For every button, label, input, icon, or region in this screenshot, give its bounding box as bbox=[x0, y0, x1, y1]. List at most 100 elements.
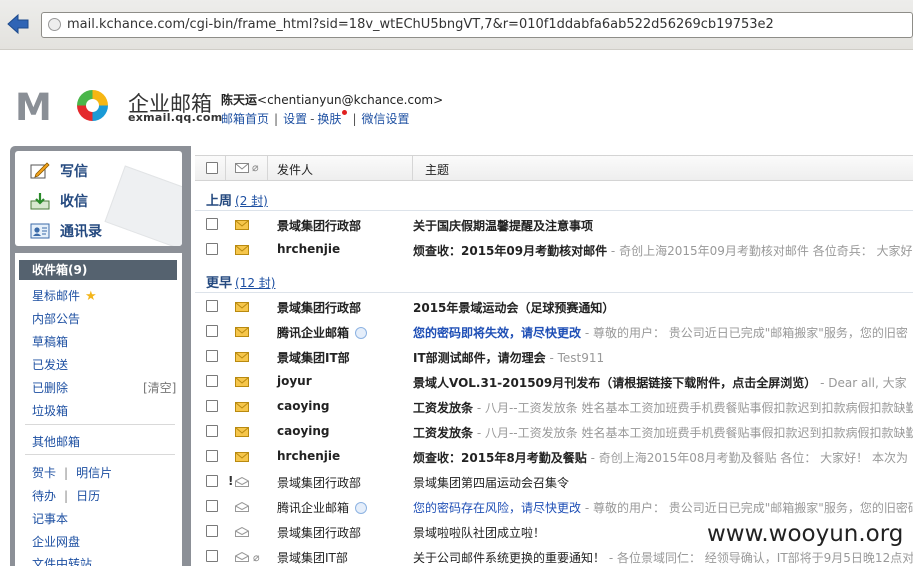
sender: 景域集团IT部 bbox=[277, 551, 348, 565]
contacts-icon bbox=[30, 223, 50, 239]
unread-envelope-icon bbox=[235, 377, 249, 387]
row-checkbox[interactable] bbox=[206, 300, 218, 312]
unread-envelope-icon bbox=[235, 452, 249, 462]
attachment-column-icon[interactable]: ⌀ bbox=[252, 161, 259, 174]
browser-toolbar: mail.kchance.com/cgi-bin/frame_html?sid=… bbox=[0, 0, 913, 50]
subject: 2015年景域运动会（足球预赛通知） bbox=[413, 301, 615, 315]
unread-envelope-icon bbox=[235, 327, 249, 337]
mail-row[interactable]: 景域集团IT部 IT部测试邮件，请勿理会 - Test911 bbox=[195, 344, 913, 369]
read-envelope-icon bbox=[235, 502, 249, 512]
write-icon bbox=[30, 162, 50, 179]
postcard-link[interactable]: 明信片 bbox=[76, 466, 112, 480]
subject: 工资发放条 - 八月--工资发放条 姓名基本工资加班费手机费餐贴事假扣款迟到扣款… bbox=[413, 401, 913, 415]
row-checkbox[interactable] bbox=[206, 400, 218, 412]
action-box: 写信 收信 通讯录 bbox=[15, 151, 182, 246]
subject: IT部测试邮件，请勿理会 - Test911 bbox=[413, 351, 605, 365]
row-checkbox[interactable] bbox=[206, 500, 218, 512]
subject: 关于公司邮件系统更换的重要通知！ - 各位景域同仁： 经领导确认，IT部将于9月… bbox=[413, 551, 913, 565]
mailbox-home-link[interactable]: 邮箱首页 bbox=[221, 112, 269, 126]
row-checkbox[interactable] bbox=[206, 243, 218, 255]
row-checkbox[interactable] bbox=[206, 475, 218, 487]
mail-row[interactable]: hrchenjie 烦查收：2015年8月考勤及餐贴 - 奇创上海2015年08… bbox=[195, 444, 913, 469]
row-checkbox[interactable] bbox=[206, 425, 218, 437]
card-link[interactable]: 贺卡 bbox=[32, 466, 56, 480]
sender: 景域集团行政部 bbox=[277, 476, 362, 490]
netdisk-link[interactable]: 企业网盘 bbox=[32, 533, 80, 550]
subject: 工资发放条 - 八月--工资发放条 姓名基本工资加班费手机费餐贴事假扣款迟到扣款… bbox=[413, 426, 913, 440]
logo-subtitle: exmail.qq.com bbox=[128, 111, 223, 124]
folder-inbox[interactable]: 收件箱(9) bbox=[19, 260, 177, 280]
folder-drafts[interactable]: 草稿箱 bbox=[32, 333, 68, 350]
attachment-icon: ⌀ bbox=[253, 551, 260, 564]
row-checkbox[interactable] bbox=[206, 525, 218, 537]
mail-row[interactable]: caoying 工资发放条 - 八月--工资发放条 姓名基本工资加班费手机费餐贴… bbox=[195, 419, 913, 444]
mail-row[interactable]: joyur 景域人VOL.31-201509月刊发布（请根据链接下载附件，点击全… bbox=[195, 369, 913, 394]
read-status-column-icon[interactable] bbox=[235, 163, 249, 173]
group-count-link[interactable]: (2 封) bbox=[235, 194, 268, 208]
sender: 腾讯企业邮箱 bbox=[277, 324, 368, 341]
folder-list: 收件箱(9) 星标邮件 ★ 内部公告 草稿箱 已发送 已删除 [清空] 垃圾箱 其… bbox=[15, 253, 182, 566]
back-arrow-icon[interactable] bbox=[6, 13, 30, 35]
sender-column-header[interactable]: 发件人 bbox=[277, 161, 313, 178]
exmail-logo[interactable]: M 企业邮箱 exmail.qq.com bbox=[15, 86, 222, 129]
row-checkbox[interactable] bbox=[206, 550, 218, 562]
mail-row[interactable]: 腾讯企业邮箱 您的密码存在风险，请尽快更改 - 尊敬的用户： 贵公司近日已完成"… bbox=[195, 494, 913, 519]
file-transfer-link[interactable]: 文件中转站 bbox=[32, 555, 92, 566]
folder-deleted[interactable]: 已删除 bbox=[32, 379, 68, 396]
folder-starred[interactable]: 星标邮件 ★ bbox=[32, 287, 97, 304]
select-all-checkbox[interactable] bbox=[206, 162, 218, 174]
mail-row[interactable]: ⌀ 景域集团IT部 关于公司邮件系统更换的重要通知！ - 各位景域同仁： 经领导… bbox=[195, 544, 913, 566]
receive-button[interactable]: 收信 bbox=[30, 191, 88, 211]
folder-divider bbox=[25, 454, 175, 455]
row-checkbox[interactable] bbox=[206, 325, 218, 337]
mail-row[interactable]: 腾讯企业邮箱 您的密码即将失效，请尽快更改 - 尊敬的用户： 贵公司近日已完成"… bbox=[195, 319, 913, 344]
sender: 景域集团行政部 bbox=[277, 526, 362, 540]
row-checkbox[interactable] bbox=[206, 218, 218, 230]
folder-spam[interactable]: 垃圾箱 bbox=[32, 402, 68, 419]
unread-envelope-icon bbox=[235, 220, 249, 230]
mail-row[interactable]: hrchenjie 烦查收：2015年09月考勤核对邮件 - 奇创上海2015年… bbox=[195, 237, 913, 262]
mail-row[interactable]: caoying 工资发放条 - 八月--工资发放条 姓名基本工资加班费手机费餐贴… bbox=[195, 394, 913, 419]
sender: caoying bbox=[277, 399, 330, 413]
sender: 景域集团IT部 bbox=[277, 351, 350, 365]
row-checkbox[interactable] bbox=[206, 350, 218, 362]
mail-row[interactable]: 景域集团行政部 2015年景域运动会（足球预赛通知） bbox=[195, 294, 913, 319]
sender: caoying bbox=[277, 424, 330, 438]
clear-deleted-link[interactable]: [清空] bbox=[143, 379, 176, 396]
sender: joyur bbox=[277, 374, 312, 388]
site-globe-icon bbox=[48, 18, 61, 31]
folder-divider bbox=[25, 424, 175, 425]
folder-sent[interactable]: 已发送 bbox=[32, 356, 68, 373]
group-header-earlier: 更早 (12 封) bbox=[206, 276, 276, 291]
user-email: <chentianyun@kchance.com> bbox=[257, 93, 444, 107]
mail-row[interactable]: ! 景域集团行政部 景域集团第四届运动会召集令 bbox=[195, 469, 913, 494]
todo-link[interactable]: 待办 bbox=[32, 489, 56, 503]
settings-link[interactable]: 设置 bbox=[283, 112, 307, 126]
notes-link[interactable]: 记事本 bbox=[32, 510, 68, 527]
subject: 关于国庆假期温馨提醒及注意事项 bbox=[413, 219, 594, 233]
unread-envelope-icon bbox=[235, 302, 249, 312]
unread-envelope-icon bbox=[235, 402, 249, 412]
group-count-link[interactable]: (12 封) bbox=[235, 276, 275, 290]
subject-column-header[interactable]: 主题 bbox=[425, 161, 449, 178]
folder-other-mailboxes[interactable]: 其他邮箱 bbox=[32, 433, 80, 450]
row-checkbox[interactable] bbox=[206, 375, 218, 387]
folder-announcements[interactable]: 内部公告 bbox=[32, 310, 80, 327]
envelope-decoration bbox=[104, 165, 182, 246]
wechat-settings-link[interactable]: 微信设置 bbox=[361, 112, 409, 126]
receive-icon bbox=[30, 193, 50, 210]
calendar-link[interactable]: 日历 bbox=[76, 489, 100, 503]
skin-link[interactable]: 换肤 bbox=[317, 112, 341, 126]
unread-envelope-icon bbox=[235, 352, 249, 362]
unread-envelope-icon bbox=[235, 427, 249, 437]
row-checkbox[interactable] bbox=[206, 450, 218, 462]
user-info: 陈天运<chentianyun@kchance.com> bbox=[221, 91, 443, 108]
sender: 景域集团行政部 bbox=[277, 301, 362, 315]
write-button[interactable]: 写信 bbox=[30, 161, 88, 181]
subject: 景域人VOL.31-201509月刊发布（请根据链接下载附件，点击全屏浏览） -… bbox=[413, 376, 907, 390]
contacts-button[interactable]: 通讯录 bbox=[30, 221, 102, 241]
watermark: www.wooyun.org bbox=[707, 521, 904, 547]
mail-row[interactable]: 景域集团行政部 关于国庆假期温馨提醒及注意事项 bbox=[195, 212, 913, 237]
address-bar[interactable]: mail.kchance.com/cgi-bin/frame_html?sid=… bbox=[41, 12, 913, 38]
sender: 景域集团行政部 bbox=[277, 219, 362, 233]
